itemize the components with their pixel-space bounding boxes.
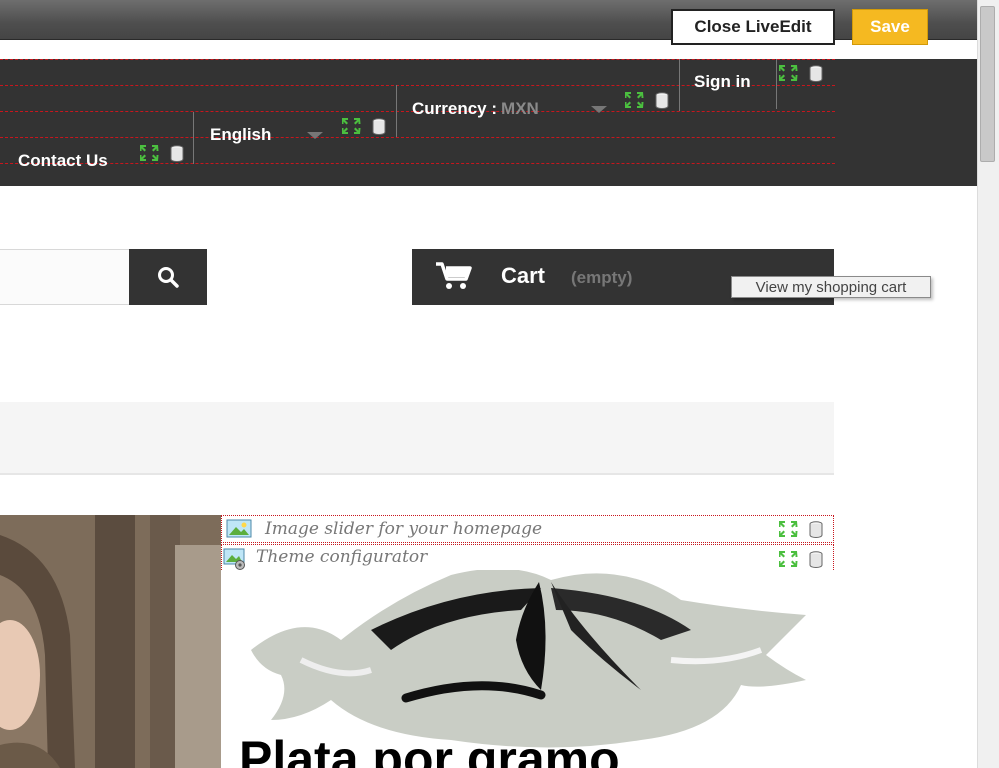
slider-image — [0, 515, 221, 768]
delete-icon[interactable] — [170, 144, 184, 162]
close-liveedit-button[interactable]: Close LiveEdit — [671, 9, 835, 45]
language-selector[interactable]: English — [210, 125, 271, 145]
nav-divider — [193, 112, 194, 164]
top-nav: Sign in Currency : MXN English Contact U… — [0, 59, 977, 186]
module-border — [0, 59, 835, 60]
delete-icon[interactable] — [809, 520, 823, 538]
module-controls — [340, 116, 386, 136]
module-controls — [777, 549, 823, 569]
module-controls — [777, 519, 823, 539]
module-label: Theme configurator — [256, 547, 428, 567]
move-icon[interactable] — [623, 90, 645, 110]
chevron-down-icon[interactable] — [591, 106, 607, 113]
nav-divider — [396, 85, 397, 137]
module-image-slider[interactable]: Image slider for your homepage — [221, 515, 834, 543]
currency-selector[interactable]: Currency : MXN — [412, 99, 539, 119]
move-icon[interactable] — [777, 519, 799, 539]
module-theme-configurator[interactable]: Theme configurator — [221, 544, 834, 572]
module-border — [0, 137, 835, 138]
cart-icon — [436, 262, 472, 289]
cart-status: (empty) — [571, 268, 633, 287]
banner-image: Plata por gramo — [221, 570, 834, 768]
theme-configurator-icon — [223, 548, 245, 570]
image-slider-icon — [226, 519, 252, 538]
scrollbar-thumb[interactable] — [980, 6, 995, 162]
search-button[interactable] — [129, 249, 207, 305]
banner-title: Plata por gramo — [239, 731, 620, 768]
move-icon[interactable] — [777, 549, 799, 569]
cart-tooltip: View my shopping cart — [731, 276, 931, 298]
main-menu-bar — [0, 402, 834, 475]
move-icon[interactable] — [340, 116, 362, 136]
move-icon[interactable] — [138, 143, 160, 163]
module-border — [0, 163, 835, 164]
chevron-down-icon[interactable] — [307, 132, 323, 139]
module-controls — [138, 143, 184, 163]
search-input[interactable] — [0, 249, 130, 305]
search-icon — [158, 267, 179, 288]
model-photo — [0, 515, 221, 768]
module-controls — [623, 90, 669, 110]
nav-divider — [679, 59, 680, 111]
delete-icon[interactable] — [655, 91, 669, 109]
delete-icon[interactable] — [809, 550, 823, 568]
module-controls — [777, 63, 823, 83]
cart-label: Cart — [501, 263, 546, 288]
contact-us-link[interactable]: Contact Us — [18, 151, 108, 171]
move-icon[interactable] — [777, 63, 799, 83]
delete-icon[interactable] — [372, 117, 386, 135]
save-button[interactable]: Save — [852, 9, 928, 45]
module-label: Image slider for your homepage — [265, 519, 543, 539]
currency-label: Currency : — [412, 99, 498, 118]
currency-value: MXN — [501, 99, 539, 118]
delete-icon[interactable] — [809, 64, 823, 82]
sign-in-link[interactable]: Sign in — [694, 72, 751, 92]
